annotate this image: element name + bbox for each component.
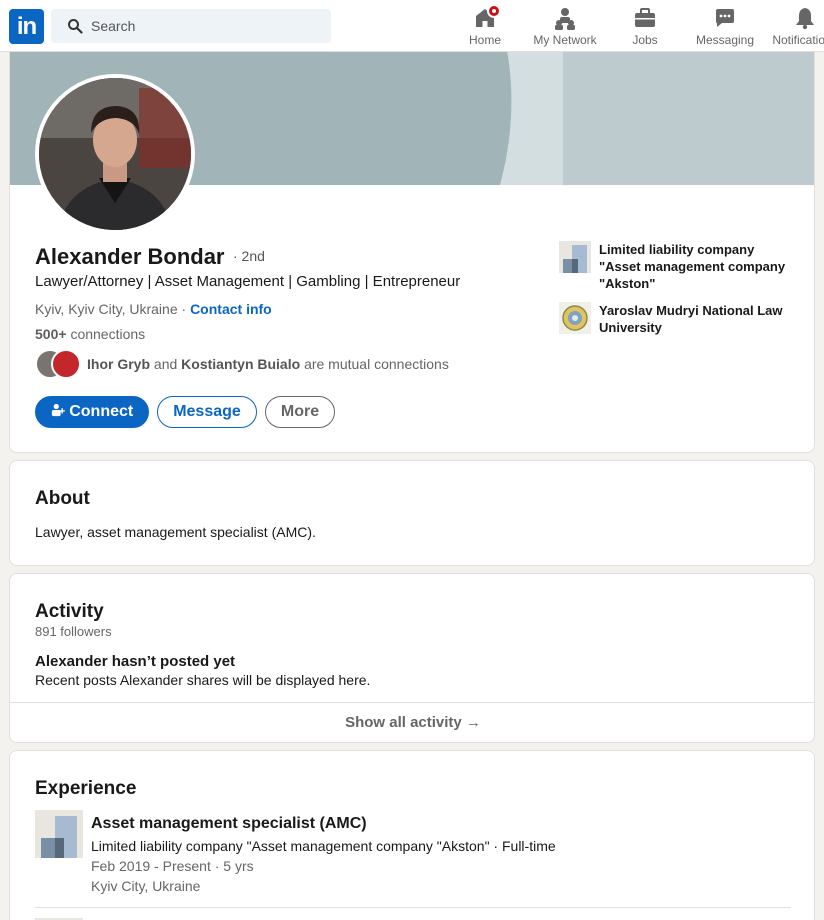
education-school-name: Yaroslav Mudryi National Law University [599, 303, 783, 335]
company-logo [559, 241, 591, 273]
linkedin-logo[interactable]: in [9, 9, 44, 44]
mutual-person-1: Ihor Gryb [87, 356, 151, 372]
mutual-suffix: are mutual connections [304, 356, 449, 372]
more-button[interactable]: More [265, 396, 335, 428]
profile-headline: Lawyer/Attorney | Asset Management | Gam… [35, 273, 461, 290]
messaging-icon [713, 6, 737, 30]
profile-location: Kyiv, Kyiv City, Ukraine · [35, 301, 187, 317]
education-school[interactable]: Yaroslav Mudryi National Law University [559, 302, 799, 338]
about-card: About Lawyer, asset management specialis… [9, 460, 815, 566]
activity-title: Activity [35, 601, 104, 622]
nav-jobs-label: Jobs [632, 33, 658, 47]
nav-jobs[interactable]: Jobs [605, 6, 685, 47]
experience-title: Experience [35, 778, 137, 799]
experience-company-logo[interactable] [35, 810, 83, 858]
experience-card: Experience Asset management specialist (… [9, 750, 815, 920]
home-icon [473, 4, 501, 30]
mutual-avatars [35, 349, 81, 379]
experience-dates: Feb 2019 - Present · 5 yrs [91, 858, 254, 874]
experience-company: Limited liability company "Asset managem… [91, 838, 556, 854]
connections-label: connections [70, 326, 146, 342]
divider [35, 907, 791, 908]
mutual-avatar-2 [51, 349, 81, 379]
current-company[interactable]: Limited liability company "Asset managem… [559, 241, 799, 293]
add-person-icon [51, 403, 65, 417]
briefcase-icon [633, 6, 657, 30]
connect-button-label: Connect [69, 403, 134, 420]
about-text: Lawyer, asset management specialist (AMC… [35, 524, 316, 540]
search-box[interactable] [51, 9, 331, 43]
search-icon [68, 19, 83, 34]
nav-notifications-label: Notifications [772, 33, 824, 47]
experience-location: Kyiv City, Ukraine [91, 878, 201, 894]
experience-role[interactable]: Asset management specialist (AMC) [91, 815, 367, 833]
nav-messaging-label: Messaging [695, 33, 755, 47]
nav-home-label: Home [468, 33, 501, 47]
university-logo [559, 302, 591, 334]
mutual-and: and [153, 356, 178, 372]
show-all-activity-button[interactable]: Show all activity → [10, 702, 814, 742]
mutual-connections-text: Ihor Gryb and Kostiantyn Buialo are mutu… [87, 356, 449, 372]
connections-row: 500+ connections [35, 326, 145, 342]
activity-empty-title: Alexander hasn’t posted yet [35, 653, 236, 670]
profile-name: Alexander Bondar [35, 244, 225, 269]
connections-count: 500+ [35, 326, 67, 342]
notification-badge [487, 4, 501, 18]
nav-my-network-label: My Network [533, 33, 597, 47]
network-icon [553, 6, 577, 30]
profile-photo[interactable] [35, 74, 195, 234]
profile-location-row: Kyiv, Kyiv City, Ukraine · Contact info [35, 301, 272, 317]
mutual-person-2: Kostiantyn Buialo [181, 356, 301, 372]
bell-icon [793, 6, 817, 30]
current-company-name: Limited liability company "Asset managem… [599, 242, 786, 291]
top-nav: in Home My Network Jobs Messaging Notifi… [0, 0, 824, 52]
nav-home[interactable]: Home [445, 4, 525, 47]
nav-my-network[interactable]: My Network [525, 6, 605, 47]
profile-top-card: Alexander Bondar · 2nd Lawyer/Attorney |… [9, 40, 815, 453]
contact-info-link[interactable]: Contact info [190, 301, 272, 317]
activity-empty-text: Recent posts Alexander shares will be di… [35, 672, 371, 688]
message-button[interactable]: Message [157, 396, 257, 428]
followers-count: 891 followers [35, 624, 112, 639]
connection-degree: · 2nd [233, 248, 265, 264]
search-input[interactable] [91, 9, 321, 43]
about-title: About [35, 488, 90, 509]
nav-messaging[interactable]: Messaging [685, 6, 765, 47]
profile-photo-image [39, 78, 191, 230]
nav-notifications[interactable]: Notifications [765, 6, 824, 47]
activity-card: Activity 891 followers Alexander hasn’t … [9, 573, 815, 743]
connect-button[interactable]: Connect [35, 396, 149, 428]
